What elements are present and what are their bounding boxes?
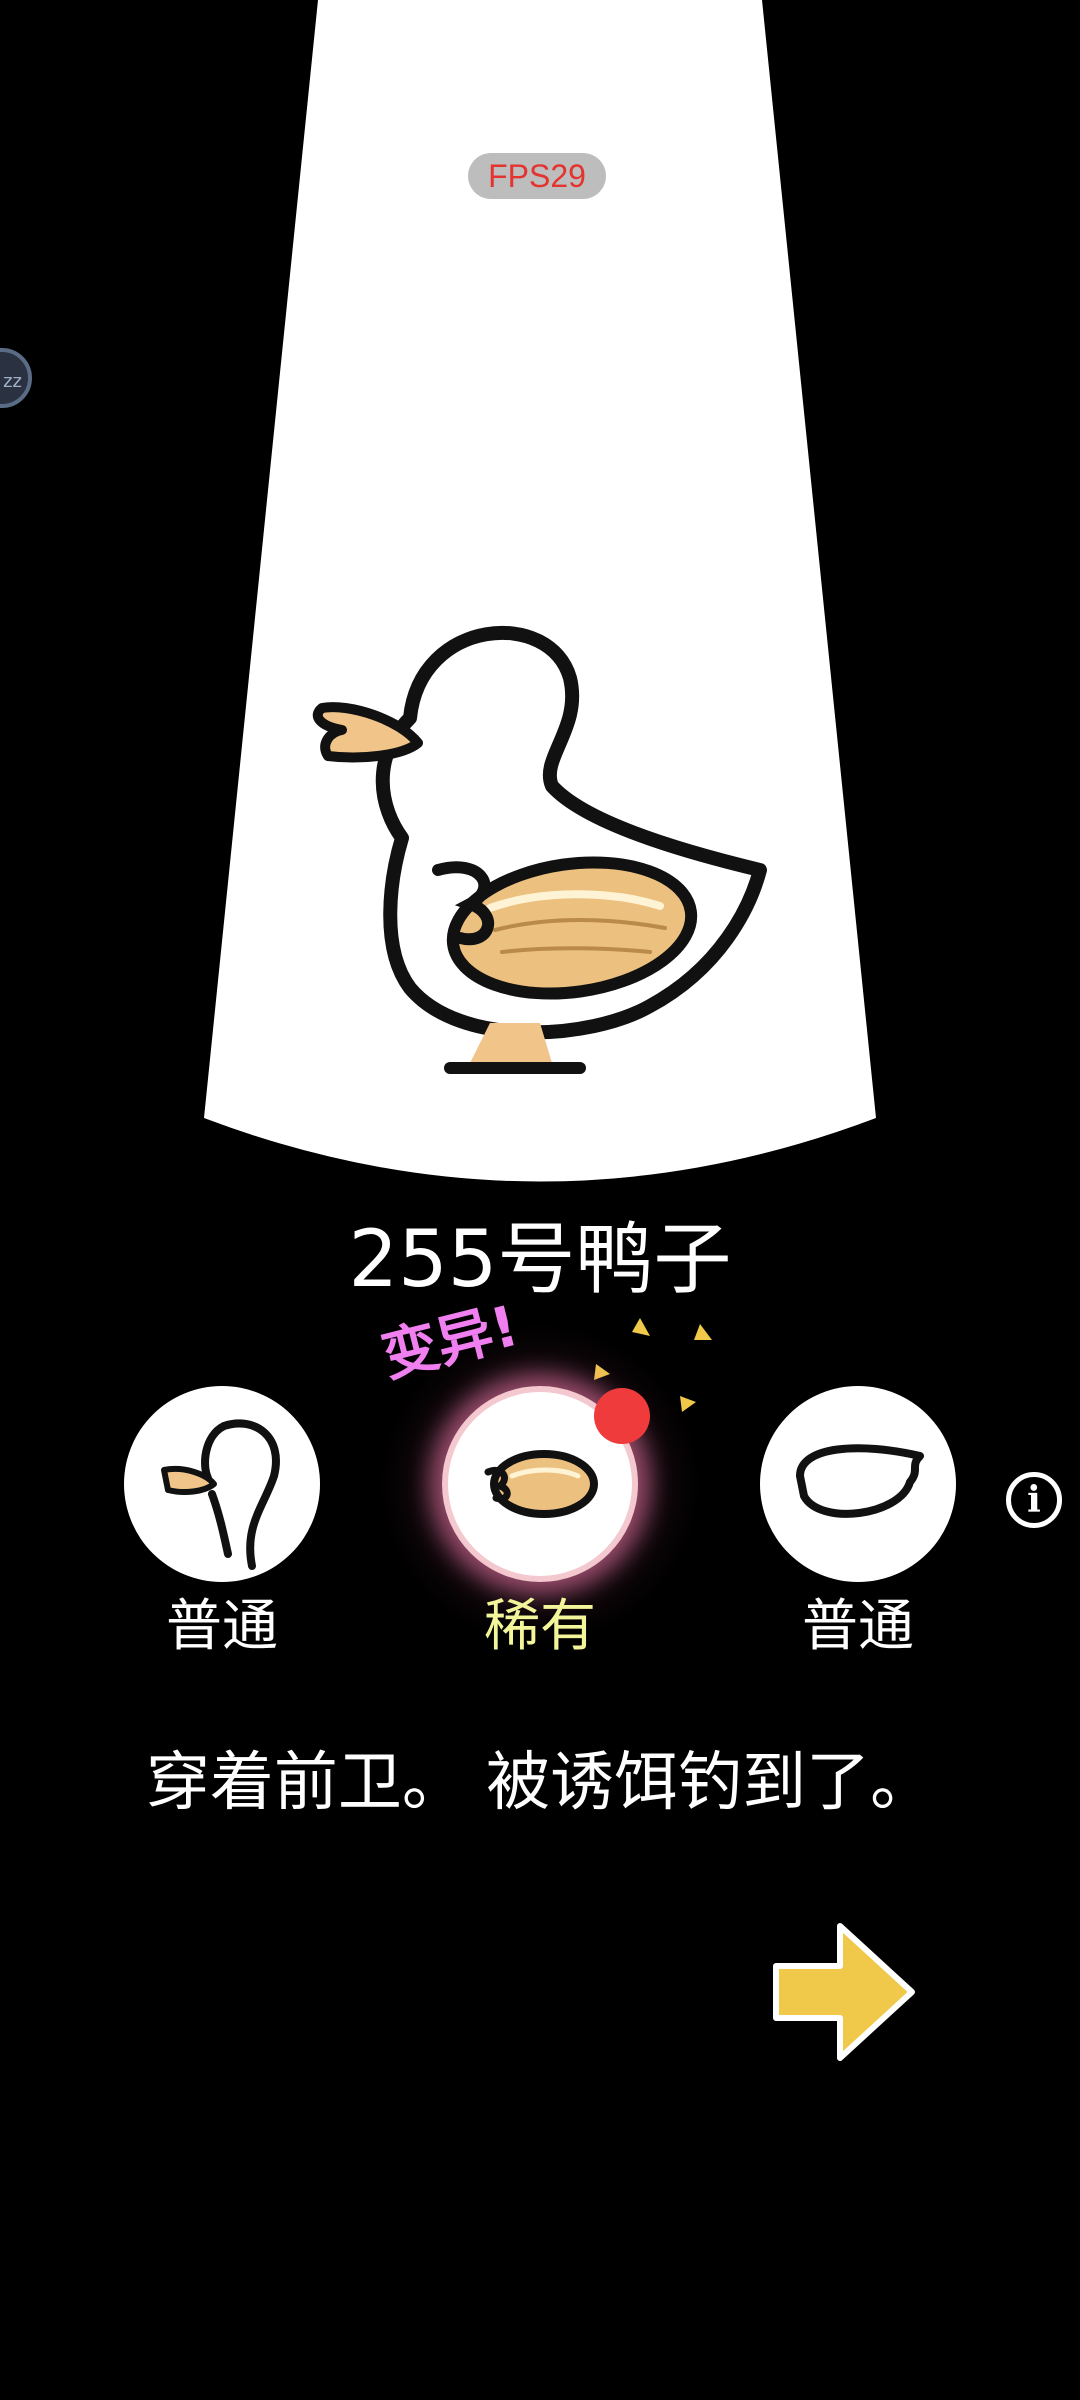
- duck-description: 穿着前卫。 被诱饵钓到了。: [145, 1746, 935, 1820]
- part-slot-head[interactable]: [124, 1386, 320, 1582]
- rarity-label-head: 普通: [166, 1594, 278, 1659]
- notification-dot: [594, 1388, 650, 1444]
- duck-name: 255号鸭子: [348, 1215, 732, 1305]
- info-button[interactable]: i: [1006, 1472, 1062, 1528]
- part-slot-wing[interactable]: [760, 1386, 956, 1582]
- next-arrow-button[interactable]: [770, 1918, 918, 2066]
- arrow-right-icon: [773, 1923, 915, 2061]
- wing-icon: [796, 1444, 924, 1518]
- rarity-label-body: 稀有: [484, 1594, 596, 1659]
- fps-counter: FPS29: [468, 153, 606, 199]
- duck-illustration: [312, 625, 767, 1074]
- duck-head-icon: [161, 1419, 280, 1570]
- rarity-label-wing: 普通: [802, 1594, 914, 1659]
